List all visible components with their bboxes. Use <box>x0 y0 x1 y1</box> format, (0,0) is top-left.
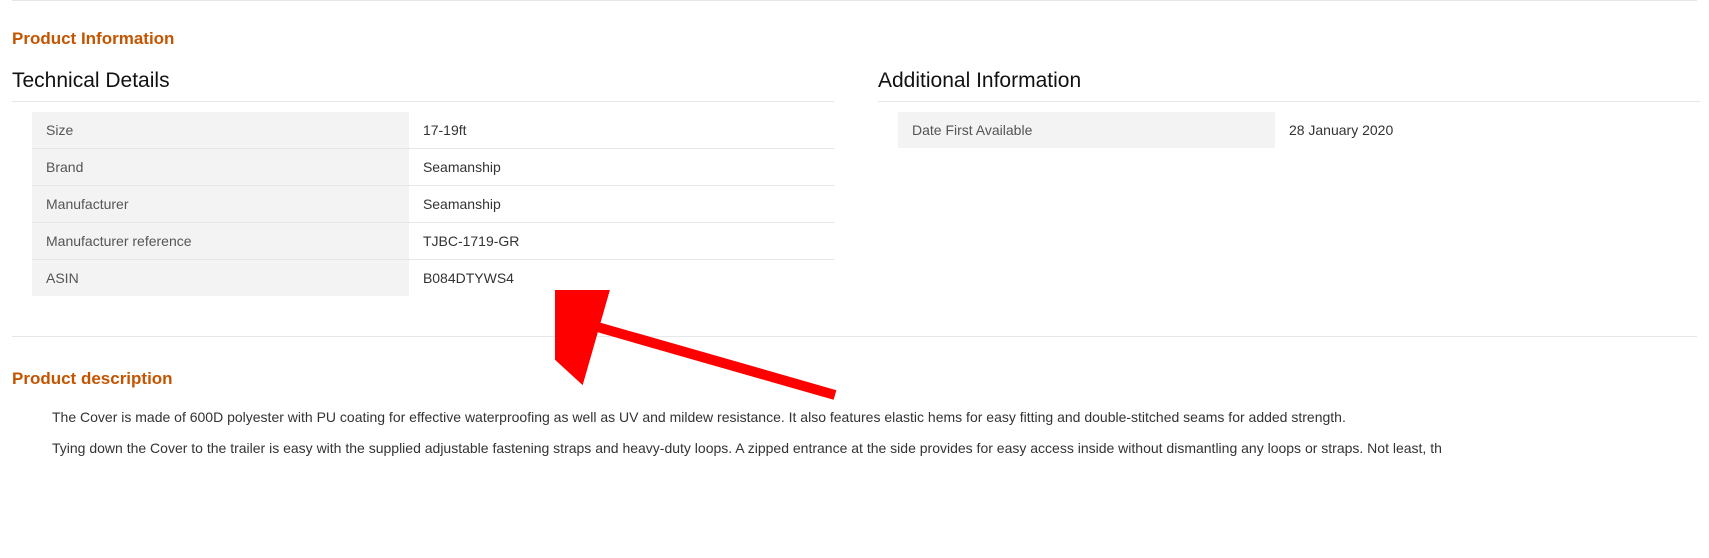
product-information-heading: Product Information <box>12 29 1697 49</box>
table-value: 17-19ft <box>409 112 834 148</box>
table-row: Size 17-19ft <box>32 112 834 148</box>
table-value: 28 January 2020 <box>1275 112 1700 148</box>
additional-information-column: Additional Information Date First Availa… <box>878 69 1700 296</box>
table-value: Seamanship <box>409 148 834 185</box>
table-label: ASIN <box>32 259 409 296</box>
description-paragraph: Tying down the Cover to the trailer is e… <box>52 438 1697 459</box>
technical-details-table: Size 17-19ft Brand Seamanship Manufactur… <box>32 112 834 296</box>
table-value: TJBC-1719-GR <box>409 222 834 259</box>
table-row: Manufacturer reference TJBC-1719-GR <box>32 222 834 259</box>
section-divider <box>12 336 1697 337</box>
product-description-heading: Product description <box>12 369 1697 389</box>
product-description-text: The Cover is made of 600D polyester with… <box>52 407 1697 469</box>
additional-information-table: Date First Available 28 January 2020 <box>898 112 1700 148</box>
table-row: Date First Available 28 January 2020 <box>898 112 1700 148</box>
table-label: Brand <box>32 148 409 185</box>
table-row: ASIN B084DTYWS4 <box>32 259 834 296</box>
table-row: Brand Seamanship <box>32 148 834 185</box>
table-value: Seamanship <box>409 185 834 222</box>
technical-details-heading: Technical Details <box>12 69 834 102</box>
info-columns: Technical Details Size 17-19ft Brand Sea… <box>12 69 1697 296</box>
additional-information-heading: Additional Information <box>878 69 1700 102</box>
technical-details-column: Technical Details Size 17-19ft Brand Sea… <box>12 69 834 296</box>
table-label: Date First Available <box>898 112 1275 148</box>
top-divider <box>12 0 1697 1</box>
table-row: Manufacturer Seamanship <box>32 185 834 222</box>
description-paragraph: The Cover is made of 600D polyester with… <box>52 407 1697 428</box>
table-label: Manufacturer reference <box>32 222 409 259</box>
table-value: B084DTYWS4 <box>409 259 834 296</box>
table-label: Manufacturer <box>32 185 409 222</box>
table-label: Size <box>32 112 409 148</box>
